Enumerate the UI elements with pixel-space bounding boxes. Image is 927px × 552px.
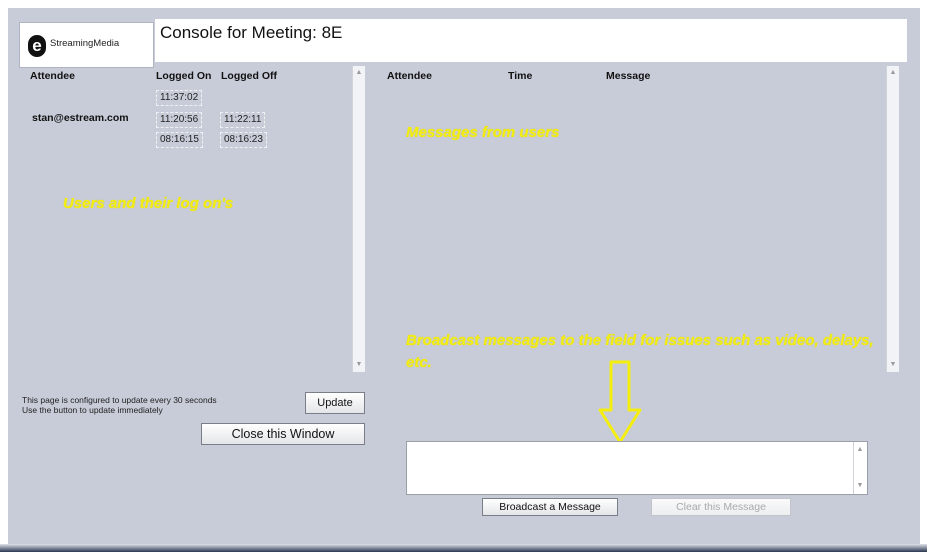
streamingmedia-logo: e StreamingMedia — [19, 22, 154, 68]
update-info-line2: Use the button to update immediately — [22, 405, 163, 415]
close-window-button[interactable]: Close this Window — [201, 423, 365, 445]
scroll-up-icon[interactable]: ▲ — [887, 68, 899, 78]
scroll-up-icon[interactable]: ▲ — [353, 68, 365, 78]
clear-message-button[interactable]: Clear this Message — [651, 498, 791, 516]
scroll-down-icon[interactable]: ▼ — [887, 360, 899, 370]
scroll-down-icon[interactable]: ▼ — [854, 481, 866, 491]
messages-panel: Attendee Time Message Messages from user… — [375, 66, 905, 372]
logo-text: StreamingMedia — [50, 38, 120, 49]
update-info-line1: This page is configured to update every … — [22, 395, 217, 405]
messages-scrollbar[interactable]: ▲ ▼ — [886, 66, 899, 372]
logged-off-cell: 11:22:11 — [220, 112, 266, 128]
update-button[interactable]: Update — [305, 392, 365, 414]
col-header-msg-attendee: Attendee — [387, 70, 432, 82]
taskbar-edge — [0, 544, 927, 552]
logged-on-cell: 11:20:56 — [156, 112, 203, 128]
page-title: Console for Meeting: 8E — [160, 23, 343, 42]
broadcast-scrollbar[interactable]: ▲ ▼ — [853, 442, 866, 494]
scroll-up-icon[interactable]: ▲ — [854, 445, 866, 455]
scroll-down-icon[interactable]: ▼ — [353, 360, 365, 370]
logged-on-cell: 11:37:02 — [156, 90, 203, 106]
down-arrow-icon — [598, 360, 642, 444]
broadcast-button[interactable]: Broadcast a Message — [482, 498, 618, 516]
col-header-logged-on: Logged On — [156, 70, 212, 82]
logo-mark: e — [28, 35, 46, 57]
logged-on-cell: 08:16:15 — [156, 132, 203, 148]
col-header-attendee: Attendee — [30, 70, 75, 82]
col-header-time: Time — [508, 70, 533, 82]
users-annotation: Users and their log on's — [63, 195, 234, 212]
broadcast-message-field[interactable]: ▲ ▼ — [406, 441, 868, 496]
col-header-logged-off: Logged Off — [221, 70, 277, 82]
logged-off-cell: 08:16:23 — [220, 132, 267, 148]
attendee-scrollbar[interactable]: ▲ ▼ — [352, 66, 365, 372]
console-window: e StreamingMedia Console for Meeting: 8E… — [8, 8, 920, 546]
col-header-message: Message — [606, 70, 651, 82]
title-bar: Console for Meeting: 8E — [155, 19, 907, 62]
messages-annotation: Messages from users — [406, 124, 560, 141]
broadcast-message-input[interactable] — [407, 442, 855, 496]
attendee-email: stan@estream.com — [32, 112, 129, 124]
